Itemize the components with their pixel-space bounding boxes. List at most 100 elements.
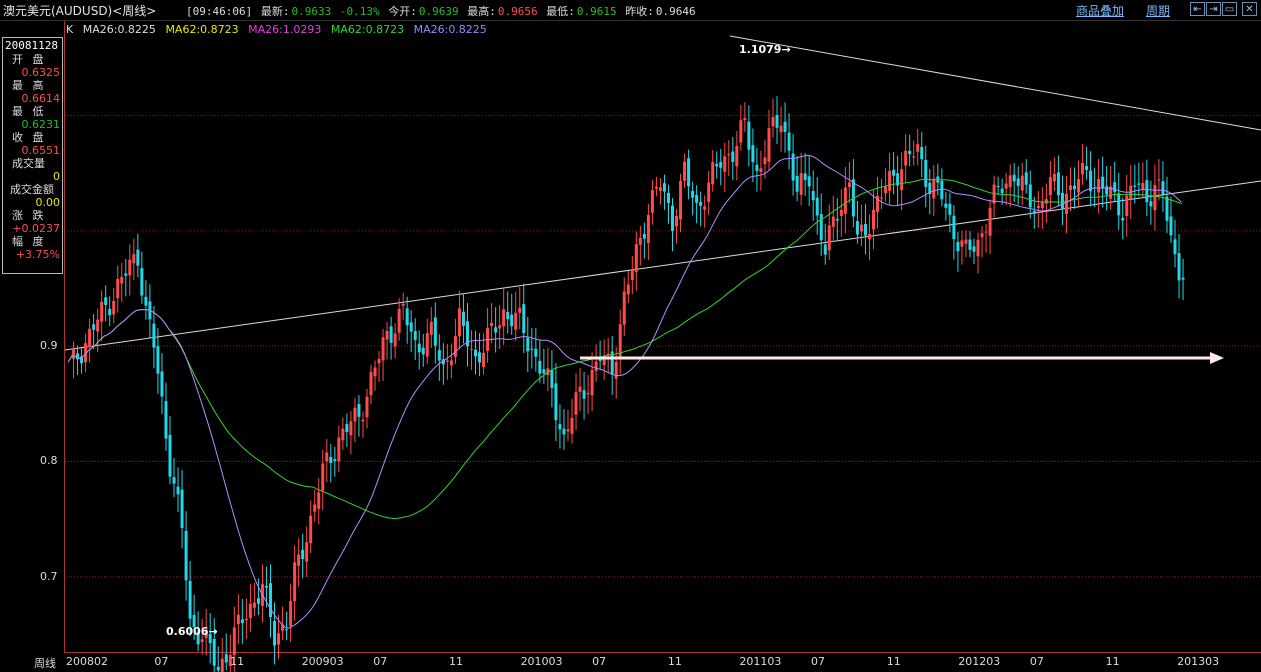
candle xyxy=(747,105,751,167)
x-tick-label: 07 xyxy=(1029,655,1044,668)
candle xyxy=(285,611,289,641)
candle xyxy=(377,351,381,382)
candle xyxy=(703,195,707,228)
candle xyxy=(1056,155,1060,206)
candle xyxy=(433,302,437,364)
ma62-line xyxy=(67,178,1182,520)
candle xyxy=(855,200,859,244)
candle xyxy=(823,223,827,265)
x-tick-label: 11 xyxy=(230,655,245,668)
candle xyxy=(474,330,478,375)
candle xyxy=(478,333,482,377)
candle xyxy=(1000,178,1004,205)
candle xyxy=(461,293,465,344)
candle xyxy=(530,327,534,369)
candle xyxy=(554,363,558,441)
candle xyxy=(140,251,144,304)
candle xyxy=(168,416,172,485)
candle xyxy=(900,152,904,211)
x-tick-label: 07 xyxy=(154,655,169,668)
candle xyxy=(244,598,248,639)
candle xyxy=(1028,170,1032,219)
candle xyxy=(582,371,586,420)
candle xyxy=(172,458,176,498)
x-tick-label: 201103 xyxy=(739,655,782,668)
candle xyxy=(1093,167,1097,208)
candle xyxy=(1060,175,1064,226)
candle xyxy=(1068,167,1072,211)
candle xyxy=(1048,161,1052,211)
candle xyxy=(152,306,156,369)
candle xyxy=(248,583,252,633)
candle xyxy=(120,262,124,303)
candle xyxy=(144,280,148,320)
candle xyxy=(550,350,554,408)
candle xyxy=(630,256,634,295)
x-tick-label: 11 xyxy=(1105,655,1120,668)
candle xyxy=(381,328,385,382)
candle xyxy=(289,583,293,643)
candle xyxy=(136,233,140,278)
legend-k: K xyxy=(66,23,74,36)
candle xyxy=(445,344,449,380)
info-amount-label: 成交金额 xyxy=(10,183,54,196)
candle xyxy=(88,318,92,363)
candle xyxy=(912,140,916,166)
info-range-label: 幅 度 xyxy=(12,235,47,248)
candle xyxy=(819,193,823,256)
candle xyxy=(839,189,843,237)
candle xyxy=(293,545,297,621)
candle xyxy=(498,304,502,350)
candle xyxy=(574,373,578,431)
info-volume: 0 xyxy=(53,170,60,183)
candle xyxy=(1081,143,1085,185)
candle xyxy=(405,296,409,344)
candle xyxy=(1008,164,1012,208)
candle xyxy=(1169,196,1173,243)
candle xyxy=(1113,161,1117,202)
candle xyxy=(76,345,80,375)
candle xyxy=(329,444,333,483)
candle xyxy=(847,162,851,204)
info-high-label: 最 高 xyxy=(12,79,47,92)
support-trendline xyxy=(64,180,1261,351)
x-tick-label: 07 xyxy=(810,655,825,668)
candle xyxy=(385,321,389,360)
candle xyxy=(642,222,646,259)
candle xyxy=(457,290,461,349)
y-tick-label: 0.9 xyxy=(40,339,58,353)
candle xyxy=(1052,157,1056,191)
candle xyxy=(92,314,96,349)
candle xyxy=(240,598,244,644)
candle xyxy=(976,232,980,274)
candle xyxy=(546,347,550,392)
candle xyxy=(321,449,325,511)
candle xyxy=(787,113,791,170)
candle xyxy=(1117,172,1121,230)
candle xyxy=(735,131,739,181)
legend-ma26-a: MA26:0.8225 xyxy=(82,23,156,36)
x-tick-label: 11 xyxy=(449,655,463,668)
candle xyxy=(417,330,421,370)
candle xyxy=(924,145,928,208)
candle xyxy=(1161,161,1165,212)
candle xyxy=(578,368,582,412)
x-tick-label: 200802 xyxy=(66,655,108,668)
candle xyxy=(429,307,433,348)
price-chart[interactable]: 1.1079→ 0.6006→ xyxy=(0,0,1261,672)
candle xyxy=(1165,176,1169,234)
candle xyxy=(156,328,160,394)
candle xyxy=(755,147,759,192)
candle xyxy=(522,283,526,353)
candle xyxy=(558,404,562,449)
candle xyxy=(956,231,960,272)
candle xyxy=(526,316,530,373)
legend-ma62-b: MA62:0.8723 xyxy=(330,23,405,36)
candle xyxy=(602,339,606,380)
candle xyxy=(863,204,867,255)
candle xyxy=(413,318,417,361)
candle xyxy=(662,174,666,210)
candle xyxy=(751,128,755,183)
candle xyxy=(779,106,783,153)
candle xyxy=(1137,162,1141,197)
